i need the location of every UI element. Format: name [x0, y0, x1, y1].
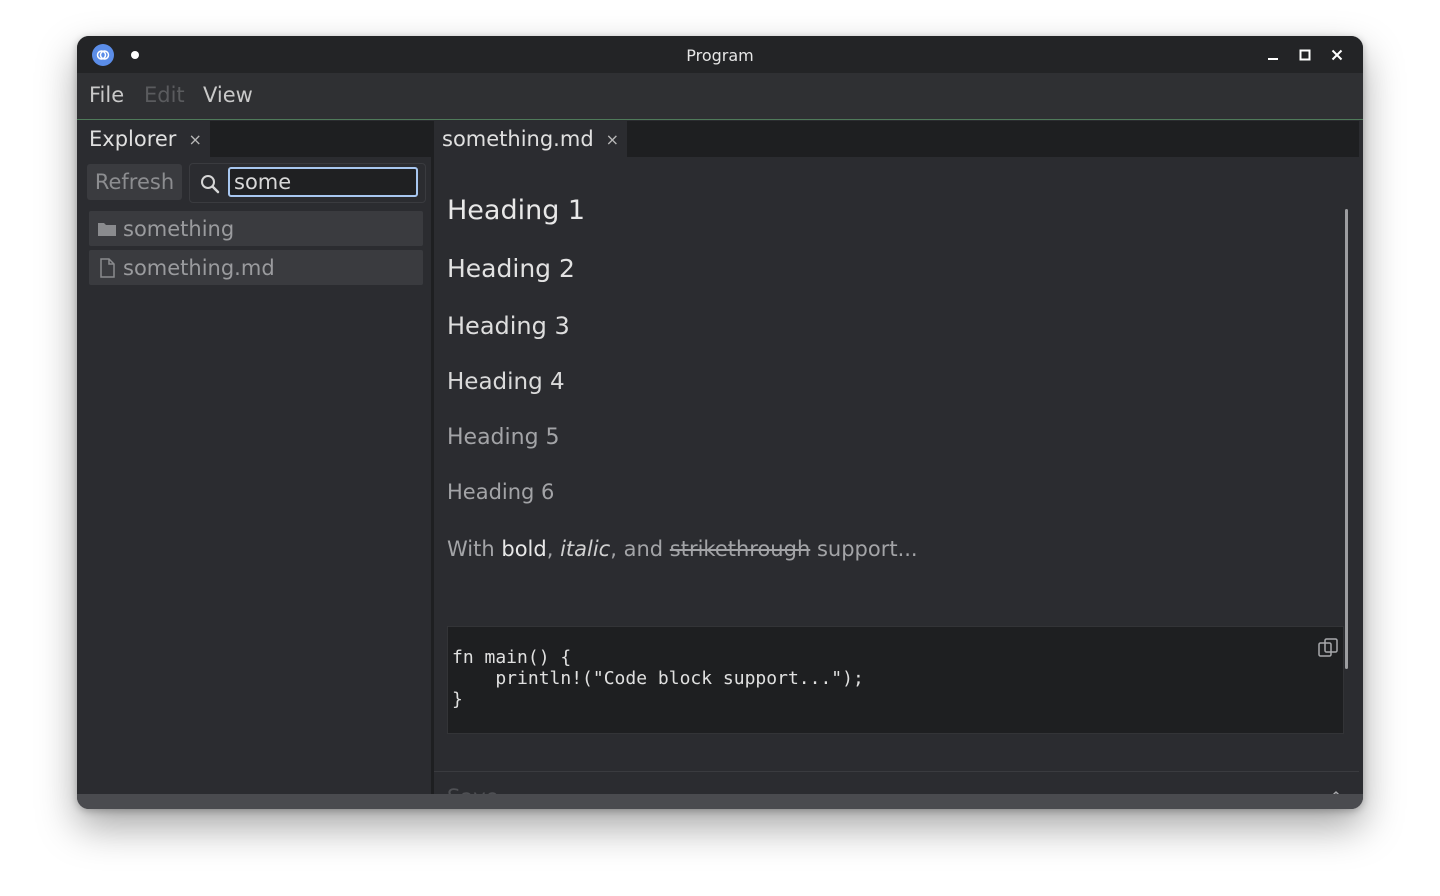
close-icon	[1331, 49, 1343, 61]
refresh-button[interactable]: Refresh	[87, 164, 182, 200]
search-icon	[201, 175, 220, 194]
close-button[interactable]	[1327, 45, 1347, 65]
maximize-button[interactable]	[1295, 45, 1315, 65]
maximize-icon	[1299, 49, 1311, 61]
tree-item-label: something.md	[123, 255, 275, 280]
minimize-button[interactable]	[1263, 45, 1283, 65]
search-box	[189, 163, 426, 203]
para-text: support...	[810, 537, 918, 561]
menu-edit[interactable]: Edit	[144, 83, 185, 107]
tab-explorer-label: Explorer	[89, 127, 177, 151]
para-italic: italic	[560, 537, 611, 561]
para-text: , and	[610, 537, 670, 561]
editor-panel: something.md × Heading 1 Heading 2 Headi…	[434, 121, 1359, 809]
heading-1: Heading 1	[447, 195, 586, 226]
tab-something-md-close-icon[interactable]: ×	[606, 130, 619, 149]
app-window: Program File Edit View Explorer × Refres…	[77, 36, 1363, 809]
markdown-preview: Heading 1 Heading 2 Heading 3 Heading 4 …	[434, 157, 1359, 809]
code-block: fn main() { println!("Code block support…	[447, 626, 1344, 734]
para-strikethrough: strikethrough	[669, 537, 811, 561]
heading-2: Heading 2	[447, 254, 575, 283]
copy-icon[interactable]	[1317, 637, 1339, 659]
explorer-tabstrip: Explorer ×	[81, 121, 431, 157]
para-bold: bold	[501, 537, 547, 561]
tree-item-file[interactable]: something.md	[89, 250, 423, 285]
para-text: ,	[546, 537, 561, 561]
tab-something-md-label: something.md	[442, 127, 594, 151]
titlebar[interactable]: Program	[77, 36, 1363, 73]
formatted-paragraph: With bold, italic, and strikethrough sup…	[447, 537, 918, 561]
tree-item-label: something	[123, 216, 235, 241]
heading-4: Heading 4	[447, 369, 565, 395]
search-input[interactable]	[228, 167, 418, 197]
tab-explorer[interactable]: Explorer ×	[81, 121, 210, 157]
code-text: fn main() { println!("Code block support…	[452, 647, 864, 710]
menu-view[interactable]: View	[203, 83, 253, 107]
tree-item-folder[interactable]: something	[89, 211, 423, 246]
heading-3: Heading 3	[447, 312, 570, 340]
file-icon	[97, 257, 117, 278]
tab-explorer-close-icon[interactable]: ×	[188, 130, 201, 149]
para-text: With	[447, 537, 502, 561]
minimize-icon	[1268, 58, 1278, 60]
scrollbar[interactable]	[1345, 209, 1348, 669]
editor-tabstrip: something.md ×	[434, 121, 1359, 157]
heading-5: Heading 5	[447, 425, 560, 450]
divider	[434, 771, 1359, 772]
folder-icon	[97, 219, 117, 239]
heading-6: Heading 6	[447, 480, 555, 504]
window-title: Program	[686, 46, 754, 65]
explorer-panel: Explorer × Refresh something something.m…	[81, 121, 431, 794]
menu-file[interactable]: File	[89, 83, 124, 107]
menubar: File Edit View	[77, 73, 1363, 120]
tab-something-md[interactable]: something.md ×	[434, 121, 628, 157]
window-bottom-border	[77, 794, 1363, 809]
